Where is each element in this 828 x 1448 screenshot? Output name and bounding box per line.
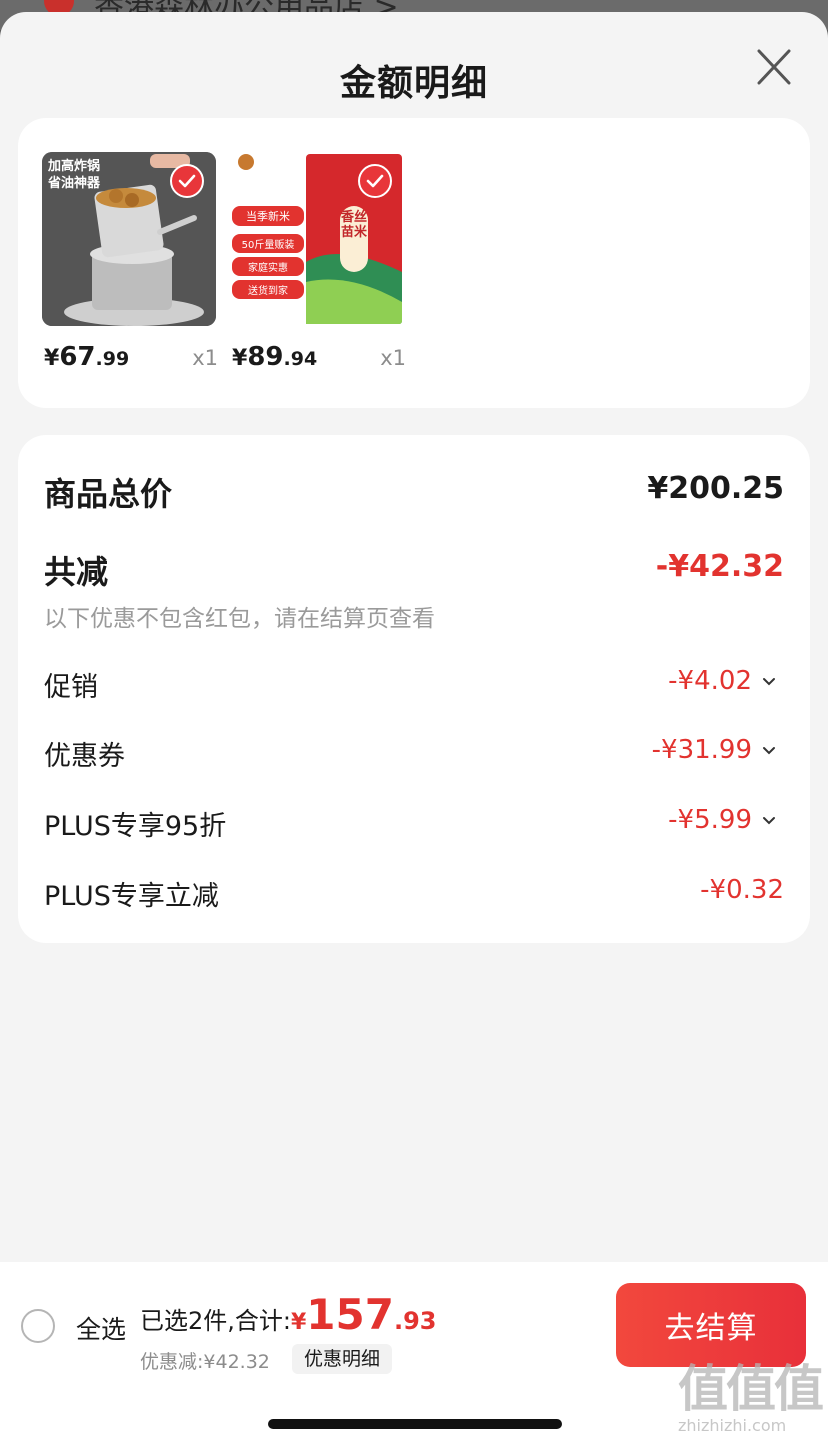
- rice-badge: 50斤量贩装: [232, 234, 304, 253]
- rice-badge: 家庭实惠: [232, 257, 304, 276]
- checkmark-icon: [358, 164, 392, 198]
- price-summary-card: 商品总价 ¥200.25 共减 -¥42.32 以下优惠不包含红包，请在结算页查…: [18, 435, 810, 943]
- price-decimal: .94: [283, 348, 318, 370]
- caption-line2: 省油神器: [48, 176, 101, 191]
- product-item[interactable]: 加高炸锅 省油神器 ¥67.99 x1: [42, 152, 218, 392]
- product-image-caption: 加高炸锅 省油神器: [48, 158, 100, 192]
- watermark-logo: 值值值: [678, 1360, 824, 1418]
- selected-summary: 已选2件,合计:¥157.93: [140, 1290, 436, 1339]
- watermark: 值值值 zhizhizhi.com: [678, 1360, 824, 1442]
- total-price-value: ¥200.25: [647, 471, 784, 506]
- promotion-label: 促销: [44, 672, 98, 703]
- discount-detail-button[interactable]: 优惠明细: [292, 1344, 393, 1374]
- product-quantity: x1: [192, 346, 218, 370]
- total-reduce-value: -¥42.32: [655, 549, 784, 584]
- reduce-note: 以下优惠不包含红包，请在结算页查看: [44, 606, 435, 632]
- rice-badge: 当季新米: [232, 206, 304, 226]
- discount-text: 优惠减:¥42.32: [140, 1351, 270, 1373]
- total-currency: ¥: [290, 1310, 307, 1335]
- product-price: ¥67.99: [44, 342, 129, 372]
- price-integer: 89: [247, 342, 284, 372]
- close-icon[interactable]: [752, 48, 796, 88]
- plus-reduce-label: PLUS专享立减: [44, 881, 219, 912]
- caption-line1: 加高炸锅: [48, 159, 101, 174]
- coupon-value[interactable]: -¥31.99: [652, 735, 752, 765]
- selected-count-text: 已选2件,合计:: [140, 1307, 291, 1335]
- plus-reduce-value: -¥0.32: [700, 875, 784, 905]
- product-quantity: x1: [380, 346, 406, 370]
- rice-badge-list: 当季新米 50斤量贩装 家庭实惠 送货到家: [232, 206, 304, 299]
- product-image-fryer[interactable]: 加高炸锅 省油神器: [42, 152, 216, 326]
- total-reduce-label: 共减: [44, 553, 109, 591]
- product-image-rice[interactable]: 当季新米 50斤量贩装 家庭实惠 送货到家 香丝苗米: [230, 152, 404, 326]
- total-price-label: 商品总价: [44, 475, 173, 513]
- selected-products-card: 加高炸锅 省油神器 ¥67.99 x1 当季新米 50斤量贩装 家庭实惠 送货到…: [18, 118, 810, 408]
- rice-badge: 送货到家: [232, 280, 304, 299]
- coupon-label: 优惠券: [44, 741, 125, 772]
- total-integer: 157: [306, 1290, 394, 1339]
- home-indicator: [268, 1419, 562, 1429]
- chevron-down-icon[interactable]: [762, 816, 776, 826]
- checkmark-icon: [170, 164, 204, 198]
- select-all-checkbox[interactable]: [21, 1309, 55, 1343]
- product-item[interactable]: 当季新米 50斤量贩装 家庭实惠 送货到家 香丝苗米 ¥89.94 x1: [230, 152, 406, 392]
- checkout-button[interactable]: 去结算: [616, 1283, 806, 1367]
- total-decimal: .93: [393, 1307, 437, 1335]
- chevron-down-icon[interactable]: [762, 677, 776, 687]
- sheet-title: 金额明细: [339, 63, 488, 104]
- rice-bag-label: 香丝苗米: [341, 210, 368, 240]
- product-price: ¥89.94: [232, 342, 317, 372]
- price-currency: ¥: [44, 346, 60, 371]
- price-integer: 67: [59, 342, 96, 372]
- price-currency: ¥: [232, 346, 248, 371]
- plus-discount-value[interactable]: -¥5.99: [668, 805, 752, 835]
- select-all-label[interactable]: 全选: [76, 1310, 126, 1346]
- watermark-url: zhizhizhi.com: [678, 1416, 787, 1435]
- chevron-down-icon[interactable]: [762, 746, 776, 756]
- amount-detail-sheet: 金额明细 加高炸锅 省油神器 ¥67.99 x1 当季新米 50斤量贩装 家庭实…: [0, 12, 828, 1448]
- plus-discount-label: PLUS专享95折: [44, 811, 227, 842]
- price-decimal: .99: [95, 348, 130, 370]
- promotion-value[interactable]: -¥4.02: [668, 666, 752, 696]
